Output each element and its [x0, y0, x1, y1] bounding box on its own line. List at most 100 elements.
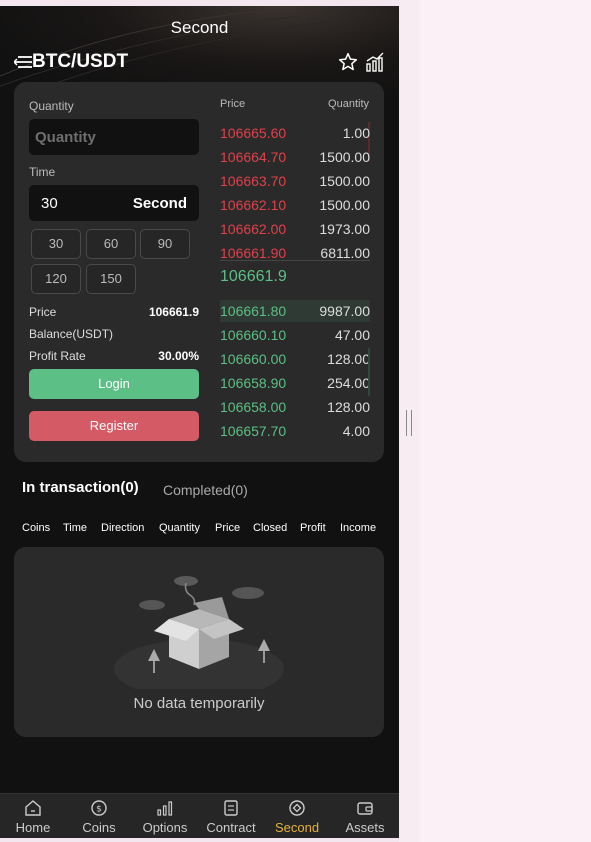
bid-quantity: 128.00: [327, 399, 370, 415]
ask-row[interactable]: 106662.10 1500.00: [220, 194, 370, 216]
ask-price: 106663.70: [220, 173, 287, 189]
nav-coins[interactable]: $ Coins: [66, 794, 132, 838]
bid-depth-bar: [368, 348, 370, 396]
bid-price: 106660.00: [220, 351, 287, 367]
bid-row[interactable]: 106657.70 4.00: [220, 420, 370, 442]
ask-price: 106665.60: [220, 125, 287, 141]
register-button[interactable]: Register: [29, 411, 199, 441]
time-option-button[interactable]: 90: [140, 229, 190, 259]
ask-row[interactable]: 106663.70 1500.00: [220, 170, 370, 192]
price-value: 106661.9: [148, 305, 199, 319]
ask-price: 106662.10: [220, 197, 287, 213]
bid-quantity: 4.00: [342, 423, 370, 439]
bid-price: 106660.10: [220, 327, 287, 343]
nav-home[interactable]: Home: [0, 794, 66, 838]
ask-quantity: 1500.00: [319, 149, 370, 165]
orderbook-quantity-header: Quantity: [328, 98, 369, 110]
nav-label: Home: [15, 820, 51, 835]
bid-quantity: 128.00: [327, 351, 370, 367]
column-header: Closed: [253, 522, 288, 534]
bid-row[interactable]: 106658.90 254.00: [220, 372, 370, 394]
nav-second[interactable]: Second: [264, 794, 330, 838]
time-selector[interactable]: 30 Second: [29, 185, 199, 221]
ask-quantity: 1973.00: [319, 221, 370, 237]
assets-icon: [357, 802, 373, 815]
profit-rate-value: 30.00%: [158, 349, 199, 363]
balance-label: Balance(USDT): [29, 327, 114, 341]
ask-quantity: 1500.00: [319, 197, 370, 213]
star-icon[interactable]: [338, 52, 358, 72]
ask-price: 106664.70: [220, 149, 287, 165]
bid-price: 106658.90: [220, 375, 287, 391]
nav-options[interactable]: Options: [132, 794, 198, 838]
bid-quantity: 47.00: [334, 327, 370, 343]
time-value: 30: [41, 195, 58, 212]
price-row: Price 106661.9: [29, 305, 199, 319]
column-header: Coins: [22, 522, 51, 534]
column-header: Quantity: [159, 522, 200, 534]
bottom-nav: Home $ Coins Options Contract Second Ass…: [0, 793, 399, 838]
contract-icon: [224, 800, 238, 816]
bid-row[interactable]: 106661.80 9987.00: [220, 300, 370, 322]
bid-price: 106661.80: [220, 303, 287, 319]
empty-message: No data temporarily: [133, 695, 265, 712]
ask-quantity: 1.00: [342, 125, 370, 141]
tab-completed[interactable]: Completed(0): [163, 482, 248, 498]
time-option-button[interactable]: 120: [31, 264, 81, 294]
time-option-button[interactable]: 60: [86, 229, 136, 259]
ask-quantity: 1500.00: [319, 173, 370, 189]
ask-quantity: 6811.00: [320, 245, 370, 261]
page-title: Second: [170, 18, 229, 37]
orderbook-price-header: Price: [220, 98, 246, 110]
ask-row[interactable]: 106662.00 1973.00: [220, 218, 370, 240]
ask-price: 106662.00: [220, 221, 287, 237]
empty-box-icon: [114, 576, 284, 689]
column-header: Income: [340, 522, 377, 534]
menu-icon[interactable]: [14, 55, 32, 69]
column-header: Time: [63, 522, 88, 534]
options-icon: [157, 801, 173, 816]
bid-price: 106657.70: [220, 423, 287, 439]
svg-text:$: $: [96, 805, 102, 815]
time-option-button[interactable]: 150: [86, 264, 136, 294]
bid-quantity: 9987.00: [319, 303, 370, 319]
column-header: Price: [215, 522, 241, 534]
trade-card: Quantity Time 30 Second 30 60 90 120 150…: [14, 82, 384, 462]
quantity-label: Quantity: [29, 99, 74, 113]
orderbook-divider: [220, 260, 370, 261]
time-label: Time: [29, 165, 56, 179]
bid-row[interactable]: 106658.00 128.00: [220, 396, 370, 418]
column-header: Profit: [300, 522, 326, 534]
balance-row: Balance(USDT): [29, 327, 199, 341]
resize-handle[interactable]: [406, 410, 412, 436]
phone-frame: Second BTC/USDT Quantity Time 30 Second …: [0, 6, 399, 838]
time-option-button[interactable]: 30: [31, 229, 81, 259]
chart-icon[interactable]: [365, 52, 385, 72]
nav-label: Options: [142, 820, 188, 835]
quantity-input[interactable]: [29, 119, 199, 155]
last-price: 106661.9: [220, 268, 287, 285]
profit-rate-row: Profit Rate 30.00%: [29, 349, 199, 363]
page-background: [399, 0, 591, 842]
second-icon: [289, 800, 305, 816]
bid-row[interactable]: 106660.00 128.00: [220, 348, 370, 370]
trading-pair[interactable]: BTC/USDT: [32, 51, 128, 73]
nav-label: Coins: [82, 820, 116, 835]
ask-row[interactable]: 106665.60 1.00: [220, 122, 370, 144]
tab-in-transaction[interactable]: In transaction(0): [22, 479, 139, 496]
nav-assets[interactable]: Assets: [332, 794, 398, 838]
ask-row[interactable]: 106664.70 1500.00: [220, 146, 370, 168]
bid-quantity: 254.00: [327, 375, 370, 391]
time-unit: Second: [132, 195, 187, 212]
empty-state: No data temporarily: [14, 547, 384, 737]
nav-label: Assets: [345, 820, 385, 835]
price-label: Price: [29, 305, 57, 319]
login-button[interactable]: Login: [29, 369, 199, 399]
nav-label: Contract: [206, 820, 256, 835]
coins-icon: $: [91, 800, 107, 816]
ask-price: 106661.90: [220, 245, 287, 261]
nav-contract[interactable]: Contract: [198, 794, 264, 838]
bid-row[interactable]: 106660.10 47.00: [220, 324, 370, 346]
column-header: Direction: [101, 522, 145, 534]
home-icon: [25, 800, 41, 816]
